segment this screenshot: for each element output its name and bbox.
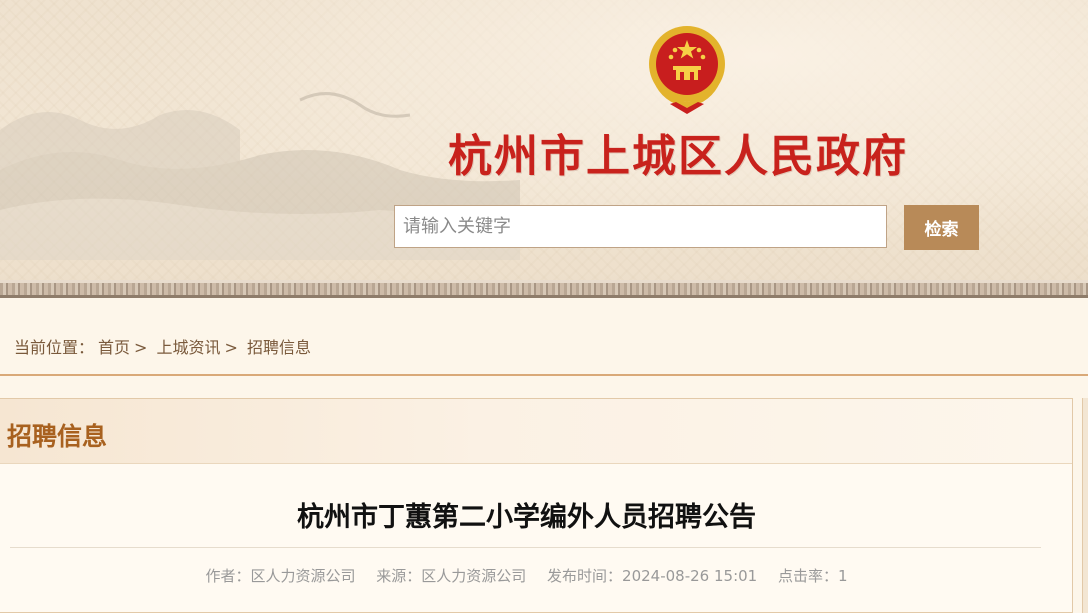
article-published-time: 发布时间：2024-08-26 15:01 xyxy=(547,567,758,585)
breadcrumb: 当前位置： 首页 > 上城资讯 > 招聘信息 xyxy=(14,334,315,358)
breadcrumb-separator: > xyxy=(224,338,238,357)
article-source: 来源：区人力资源公司 xyxy=(376,567,527,585)
breadcrumb-prefix: 当前位置： xyxy=(14,338,95,357)
search-input[interactable] xyxy=(394,205,887,248)
article-meta: 作者：区人力资源公司 来源：区人力资源公司 发布时间：2024-08-26 15… xyxy=(0,565,1053,586)
panel-title: 招聘信息 xyxy=(7,422,108,451)
search-button[interactable]: 检索 xyxy=(904,205,979,250)
decorative-border xyxy=(0,280,1088,298)
sidebar-edge xyxy=(1082,398,1088,613)
breadcrumb-recruitment-link[interactable]: 招聘信息 xyxy=(247,338,311,357)
article-title: 杭州市丁蕙第二小学编外人员招聘公告 xyxy=(297,502,756,533)
breadcrumb-news-link[interactable]: 上城资讯 xyxy=(157,338,221,357)
site-header: 杭州市上城区人民政府 检索 xyxy=(0,0,1088,282)
breadcrumb-separator: > xyxy=(134,338,148,357)
national-emblem-icon xyxy=(649,26,725,114)
panel-header: 招聘信息 xyxy=(0,399,1072,464)
site-title: 杭州市上城区人民政府 xyxy=(448,131,908,182)
breadcrumb-home-link[interactable]: 首页 xyxy=(98,338,130,357)
article-author: 作者：区人力资源公司 xyxy=(205,567,356,585)
content-panel: 招聘信息 杭州市丁蕙第二小学编外人员招聘公告 作者：区人力资源公司 来源：区人力… xyxy=(0,398,1073,613)
article-divider xyxy=(10,547,1041,548)
article-click-count: 点击率：1 xyxy=(778,567,848,585)
breadcrumb-divider xyxy=(0,374,1088,376)
